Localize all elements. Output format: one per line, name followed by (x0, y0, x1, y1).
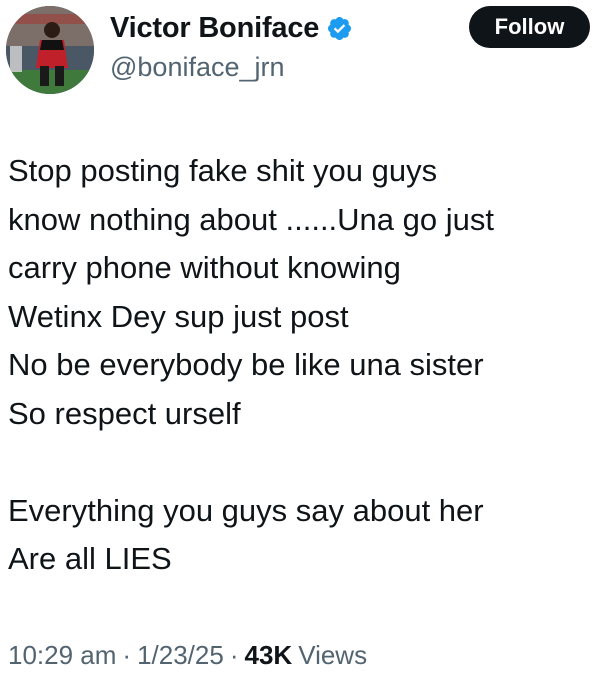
user-handle[interactable]: @boniface_jrn (110, 52, 285, 83)
views-count[interactable]: 43K (245, 640, 293, 671)
meta-separator: · (229, 640, 239, 670)
tweet-text: Stop posting fake shit you guys know not… (8, 147, 593, 584)
tweet-line: Wetinx Dey sup just post (8, 298, 349, 334)
tweet-line: No be everybody be like una sister (8, 347, 484, 382)
tweet-time[interactable]: 10:29 am (8, 640, 116, 671)
tweet-line: Everything you guys say about her (8, 492, 484, 528)
avatar-photo-icon (6, 6, 94, 94)
avatar[interactable] (6, 6, 94, 94)
tweet-line: carry phone without knowing (8, 250, 401, 285)
tweet-date[interactable]: 1/23/25 (137, 640, 224, 671)
tweet-line: know nothing about ......Una go just (8, 201, 494, 237)
views-label: Views (298, 640, 368, 670)
tweet-line: Are all LIES (8, 541, 172, 576)
tweet-line: So respect urself (8, 395, 241, 431)
tweet-header: Victor Boniface @boniface_jrn Follow (0, 0, 599, 110)
tweet-line: Stop posting fake shit you guys (8, 153, 438, 188)
meta-separator: · (122, 640, 132, 670)
follow-button[interactable]: Follow (469, 6, 590, 48)
display-name[interactable]: Victor Boniface (110, 12, 319, 45)
verified-badge-icon (326, 15, 353, 42)
tweet-card: Victor Boniface @boniface_jrn Follow Sto… (0, 0, 599, 680)
tweet-meta: 10:29 am · 1/23/25 · 43K Views (8, 640, 367, 671)
name-row: Victor Boniface (110, 10, 353, 46)
